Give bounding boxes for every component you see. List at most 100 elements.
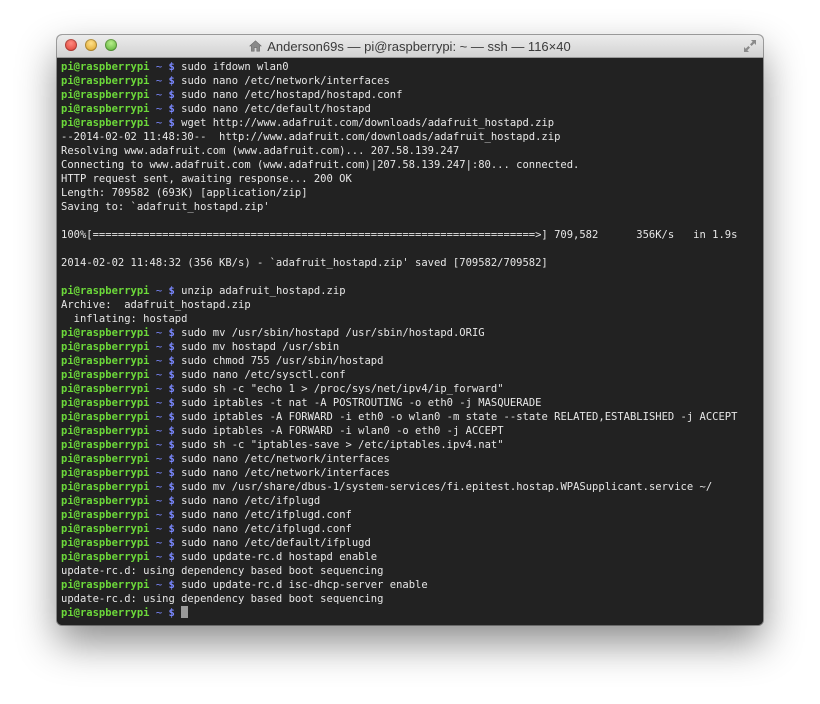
prompt-symbol: $: [168, 89, 175, 101]
command-line: pi@raspberrypi ~ $ sudo update-rc.d isc-…: [61, 578, 759, 592]
prompt-host: pi@raspberrypi: [61, 285, 150, 297]
title-bar[interactable]: Anderson69s — pi@raspberrypi: ~ — ssh — …: [57, 35, 763, 58]
prompt-host: pi@raspberrypi: [61, 537, 150, 549]
terminal-output[interactable]: pi@raspberrypi ~ $ sudo ifdown wlan0 pi@r…: [57, 58, 763, 625]
output-text: update-rc.d: using dependency based boot…: [61, 565, 384, 577]
prompt-host: pi@raspberrypi: [61, 453, 150, 465]
output-line: 100%[===================================…: [61, 228, 759, 242]
fullscreen-icon[interactable]: [743, 39, 757, 53]
prompt-path: ~: [155, 607, 163, 619]
prompt-path: ~: [155, 481, 163, 493]
prompt-path: ~: [155, 425, 163, 437]
output-text: Archive: adafruit_hostapd.zip: [61, 299, 251, 311]
command-line: pi@raspberrypi ~ $ sudo nano /etc/ifplug…: [61, 522, 759, 536]
output-line: Saving to: `adafruit_hostapd.zip': [61, 200, 759, 214]
prompt-symbol: $: [168, 285, 175, 297]
command-text: sudo nano /etc/default/hostapd: [181, 103, 371, 115]
output-text: Saving to: `adafruit_hostapd.zip': [61, 201, 270, 213]
command-text: unzip adafruit_hostapd.zip: [181, 285, 346, 297]
prompt-symbol: $: [168, 509, 175, 521]
output-text: HTTP request sent, awaiting response... …: [61, 173, 352, 185]
prompt-host: pi@raspberrypi: [61, 89, 150, 101]
command-line: pi@raspberrypi ~ $ sudo mv hostapd /usr/…: [61, 340, 759, 354]
output-text: Connecting to www.adafruit.com (www.adaf…: [61, 159, 580, 171]
command-text: sudo nano /etc/default/ifplugd: [181, 537, 371, 549]
output-line: Resolving www.adafruit.com (www.adafruit…: [61, 144, 759, 158]
output-line: Length: 709582 (693K) [application/zip]: [61, 186, 759, 200]
active-prompt-line: pi@raspberrypi ~ $: [61, 606, 759, 620]
command-line: pi@raspberrypi ~ $ sudo nano /etc/defaul…: [61, 536, 759, 550]
prompt-symbol: $: [168, 537, 175, 549]
command-line: pi@raspberrypi ~ $ sudo ifdown wlan0: [61, 60, 759, 74]
output-text: 2014-02-02 11:48:32 (356 KB/s) - `adafru…: [61, 257, 548, 269]
command-line: pi@raspberrypi ~ $ sudo nano /etc/networ…: [61, 74, 759, 88]
prompt-path: ~: [155, 523, 163, 535]
prompt-path: ~: [155, 509, 163, 521]
command-line: pi@raspberrypi ~ $ sudo nano /etc/networ…: [61, 466, 759, 480]
prompt-path: ~: [155, 89, 163, 101]
output-line: HTTP request sent, awaiting response... …: [61, 172, 759, 186]
command-line: pi@raspberrypi ~ $ sudo iptables -A FORW…: [61, 410, 759, 424]
command-line: pi@raspberrypi ~ $ sudo mv /usr/share/db…: [61, 480, 759, 494]
prompt-symbol: $: [168, 425, 175, 437]
command-line: pi@raspberrypi ~ $ sudo nano /etc/networ…: [61, 452, 759, 466]
command-text: sudo nano /etc/ifplugd.conf: [181, 523, 352, 535]
prompt-host: pi@raspberrypi: [61, 425, 150, 437]
prompt-symbol: $: [168, 383, 175, 395]
output-text: Resolving www.adafruit.com (www.adafruit…: [61, 145, 460, 157]
output-line: update-rc.d: using dependency based boot…: [61, 592, 759, 606]
prompt-host: pi@raspberrypi: [61, 103, 150, 115]
close-button[interactable]: [65, 39, 77, 51]
prompt-host: pi@raspberrypi: [61, 467, 150, 479]
prompt-host: pi@raspberrypi: [61, 327, 150, 339]
command-text: sudo sh -c "iptables-save > /etc/iptable…: [181, 439, 504, 451]
command-line: pi@raspberrypi ~ $ unzip adafruit_hostap…: [61, 284, 759, 298]
prompt-symbol: $: [168, 355, 175, 367]
prompt-host: pi@raspberrypi: [61, 495, 150, 507]
window-title: Anderson69s — pi@raspberrypi: ~ — ssh — …: [267, 38, 571, 54]
command-text: sudo mv /usr/sbin/hostapd /usr/sbin/host…: [181, 327, 485, 339]
prompt-symbol: $: [168, 411, 175, 423]
prompt-symbol: $: [168, 523, 175, 535]
command-text: sudo nano /etc/ifplugd: [181, 495, 321, 507]
prompt-symbol: $: [168, 327, 175, 339]
prompt-symbol: $: [168, 117, 175, 129]
output-text: Length: 709582 (693K) [application/zip]: [61, 187, 308, 199]
prompt-host: pi@raspberrypi: [61, 383, 150, 395]
home-icon: [249, 40, 263, 52]
prompt-symbol: $: [168, 75, 175, 87]
output-line: --2014-02-02 11:48:30-- http://www.adafr…: [61, 130, 759, 144]
output-line: Connecting to www.adafruit.com (www.adaf…: [61, 158, 759, 172]
prompt-path: ~: [155, 369, 163, 381]
command-text: sudo nano /etc/ifplugd.conf: [181, 509, 352, 521]
prompt-host: pi@raspberrypi: [61, 341, 150, 353]
zoom-button[interactable]: [105, 39, 117, 51]
prompt-path: ~: [155, 397, 163, 409]
prompt-path: ~: [155, 579, 163, 591]
command-line: pi@raspberrypi ~ $ sudo nano /etc/ifplug…: [61, 508, 759, 522]
prompt-host: pi@raspberrypi: [61, 439, 150, 451]
command-text: wget http://www.adafruit.com/downloads/a…: [181, 117, 555, 129]
command-text: sudo iptables -t nat -A POSTROUTING -o e…: [181, 397, 542, 409]
prompt-symbol: $: [168, 341, 175, 353]
prompt-path: ~: [155, 103, 163, 115]
output-line: 2014-02-02 11:48:32 (356 KB/s) - `adafru…: [61, 256, 759, 270]
prompt-host: pi@raspberrypi: [61, 397, 150, 409]
prompt-host: pi@raspberrypi: [61, 117, 150, 129]
prompt-host: pi@raspberrypi: [61, 75, 150, 87]
command-text: sudo nano /etc/network/interfaces: [181, 467, 390, 479]
command-text: sudo ifdown wlan0: [181, 61, 289, 73]
prompt-path: ~: [155, 537, 163, 549]
prompt-symbol: $: [168, 607, 175, 619]
text-cursor: [181, 606, 189, 618]
prompt-symbol: $: [168, 481, 175, 493]
command-line: pi@raspberrypi ~ $ sudo sh -c "iptables-…: [61, 438, 759, 452]
command-line: pi@raspberrypi ~ $ sudo update-rc.d host…: [61, 550, 759, 564]
command-text: sudo update-rc.d hostapd enable: [181, 551, 378, 563]
minimize-button[interactable]: [85, 39, 97, 51]
prompt-symbol: $: [168, 61, 175, 73]
command-text: sudo chmod 755 /usr/sbin/hostapd: [181, 355, 384, 367]
command-line: pi@raspberrypi ~ $ sudo nano /etc/hostap…: [61, 88, 759, 102]
command-text: sudo mv /usr/share/dbus-1/system-service…: [181, 481, 713, 493]
command-line: pi@raspberrypi ~ $ wget http://www.adafr…: [61, 116, 759, 130]
